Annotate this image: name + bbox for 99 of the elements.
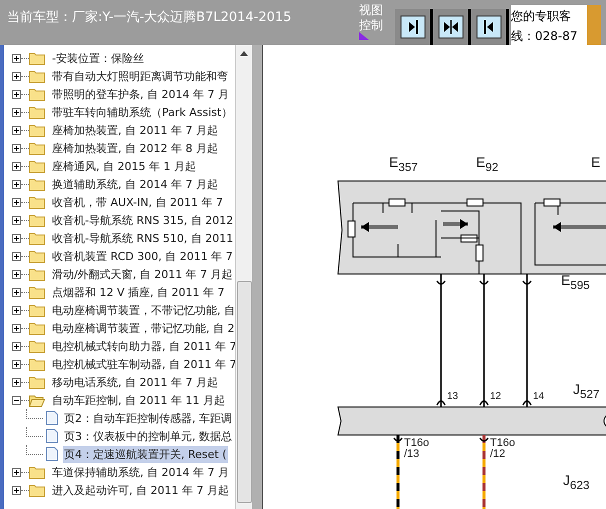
document-icon xyxy=(46,447,58,461)
scroll-up-icon[interactable] xyxy=(240,51,248,56)
tree-item[interactable]: 页4：定速巡航装置开关, Reset ( xyxy=(63,446,228,462)
arrow-right-icon xyxy=(400,15,426,39)
view-button[interactable] xyxy=(395,9,433,45)
tree-item[interactable]: 收音机，带 AUX-IN, 自 2011 年 7 xyxy=(51,194,224,210)
folder-icon xyxy=(29,322,45,334)
tree-item[interactable]: 滑动/外翻式天窗, 自 2011 年 7 月起 xyxy=(51,266,234,282)
tree-item[interactable]: 收音机装置 RCD 300, 自 2011 年 7 xyxy=(51,248,234,264)
expand-icon[interactable] xyxy=(12,486,21,494)
view-button[interactable] xyxy=(471,9,509,45)
expand-icon[interactable] xyxy=(12,216,21,224)
tree-item[interactable]: 移动电话系统, 自 2011 年 7 月起 xyxy=(51,374,219,390)
folder-icon xyxy=(29,52,45,64)
arrows-inward-icon xyxy=(438,15,464,39)
diagram-label: E$_{595}$ xyxy=(561,273,590,292)
folder-icon xyxy=(29,178,45,190)
scrollbar[interactable] xyxy=(235,45,252,509)
tree-item[interactable]: 带照明的登车护条, 自 2014 年 7 月 xyxy=(51,86,230,102)
folder-icon xyxy=(29,70,45,82)
splitter-bar[interactable] xyxy=(252,45,263,509)
folder-icon xyxy=(29,466,45,478)
folder-icon xyxy=(29,340,45,352)
folder-icon xyxy=(29,376,45,388)
tree-item[interactable]: 页3：仪表板中的控制单元, 数据总 xyxy=(63,428,233,444)
tree-item[interactable]: 电动座椅调节装置，带记忆功能, 自 2 xyxy=(51,320,235,336)
expand-icon[interactable] xyxy=(12,306,21,314)
folder-icon xyxy=(29,268,45,280)
diagram-label: /12 xyxy=(490,449,506,460)
view-control-label: 视图控制 xyxy=(359,3,384,33)
folder-icon xyxy=(29,250,45,262)
folder-icon xyxy=(29,232,45,244)
tree-item[interactable]: 自动车距控制, 自 2011 年 11 月起 xyxy=(51,392,226,408)
folder-icon xyxy=(29,160,45,172)
folder-icon xyxy=(29,358,45,370)
view-button[interactable] xyxy=(433,9,471,45)
folder-icon xyxy=(29,304,45,316)
diagram-label: J$_{527}$ xyxy=(573,382,600,400)
tree-item[interactable]: 收音机-导航系统 RNS 315, 自 2012 xyxy=(51,212,234,228)
tree-item[interactable]: 点烟器和 12 V 插座, 自 2011 年 7 xyxy=(51,284,226,300)
folder-icon xyxy=(29,286,45,298)
diagram-label: 13 xyxy=(447,392,458,402)
folder-icon xyxy=(29,196,45,208)
corner-triangle-icon xyxy=(359,32,369,40)
diagram-label: 14 xyxy=(533,392,544,402)
document-icon xyxy=(46,429,58,443)
expand-icon[interactable] xyxy=(12,144,21,152)
diagram-label: T16o xyxy=(490,438,516,449)
expand-icon[interactable] xyxy=(12,90,21,98)
expand-icon[interactable] xyxy=(12,378,21,386)
expand-icon[interactable] xyxy=(12,180,21,188)
tree-item[interactable]: 座椅加热装置, 自 2012 年 8 月起 xyxy=(51,140,219,156)
mascot-picture xyxy=(587,5,601,45)
collapse-icon[interactable] xyxy=(12,396,21,404)
expand-icon[interactable] xyxy=(12,126,21,134)
tree-item[interactable]: 电动座椅调节装置，不带记忆功能, 自 xyxy=(51,302,235,318)
tree-item[interactable]: 进入及起动许可, 自 2011 年 7 月起 xyxy=(51,482,230,498)
expand-icon[interactable] xyxy=(12,54,21,62)
expand-icon[interactable] xyxy=(12,324,21,332)
expand-icon[interactable] xyxy=(12,288,21,296)
expand-icon[interactable] xyxy=(12,72,21,80)
diagram-label: E$_{92}$ xyxy=(476,155,498,174)
expand-icon[interactable] xyxy=(12,162,21,170)
expand-icon[interactable] xyxy=(12,468,21,476)
expand-icon[interactable] xyxy=(12,270,21,278)
tree-item[interactable]: 页2：自动车距控制传感器, 车距调 xyxy=(63,410,233,426)
expand-icon[interactable] xyxy=(12,360,21,368)
diagram-label: T16o xyxy=(404,438,430,449)
expand-icon[interactable] xyxy=(12,252,21,260)
tree-item[interactable]: 换道辅助系统, 自 2014 年 7 月起 xyxy=(51,176,219,192)
expand-icon[interactable] xyxy=(12,234,21,242)
contact-text: 您的专职客 xyxy=(511,8,572,25)
folder-icon xyxy=(29,124,45,136)
folder-icon xyxy=(29,484,45,496)
tree-item[interactable]: 带驻车转向辅助系统（Park Assist） xyxy=(51,104,234,120)
folder-icon xyxy=(29,106,45,118)
expand-icon[interactable] xyxy=(12,198,21,206)
tree-item[interactable]: 收音机-导航系统 RNS 510, 自 2011 xyxy=(51,230,234,246)
diagram-label: J$_{623}$ xyxy=(563,473,590,492)
expand-icon[interactable] xyxy=(12,108,21,116)
document-icon xyxy=(46,411,58,425)
folder-icon xyxy=(29,142,45,154)
current-model-title: 当前车型：厂家:Y-一汽-大众迈腾B7L2014-2015 xyxy=(7,9,292,26)
tree-item[interactable]: 车道保持辅助系统, 自 2014 年 7 月 xyxy=(51,464,230,480)
diagram-label: E$_{357}$ xyxy=(389,155,418,174)
folder-icon xyxy=(29,214,45,226)
open-folder-icon xyxy=(29,394,45,406)
tree-item[interactable]: 座椅通风, 自 2015 年 1 月起 xyxy=(51,158,197,174)
arrow-left-icon xyxy=(476,15,502,39)
folder-icon xyxy=(29,88,45,100)
contact-text: 线：028-87 xyxy=(511,28,579,45)
tree-item[interactable]: 带有自动大灯照明距离调节功能和弯 xyxy=(51,68,229,84)
scrollbar-thumb[interactable] xyxy=(237,281,252,503)
diagram-label: E xyxy=(591,155,600,169)
diagram-label: 12 xyxy=(490,392,502,402)
tree-item[interactable]: 座椅加热装置, 自 2011 年 7 月起 xyxy=(51,122,219,138)
tree-item[interactable]: -安装位置：保险丝 xyxy=(51,50,145,66)
expand-icon[interactable] xyxy=(12,342,21,350)
diagram-label: /13 xyxy=(404,449,420,460)
